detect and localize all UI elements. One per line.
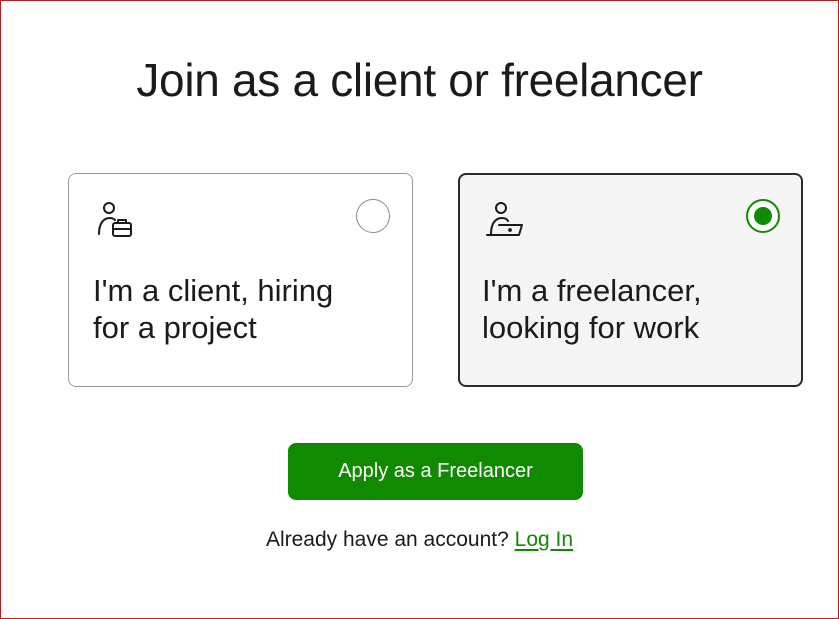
client-card-label: I'm a client, hiring for a project [93, 273, 334, 345]
radio-selected-dot [754, 207, 772, 225]
login-link[interactable]: Log In [515, 528, 573, 551]
freelancer-radio-button[interactable] [746, 199, 780, 233]
page-title: Join as a client or freelancer [136, 54, 703, 106]
apply-as-freelancer-button[interactable]: Apply as a Freelancer [288, 443, 583, 500]
client-role-card[interactable]: I'm a client, hiring for a project [68, 173, 413, 387]
freelancer-card-label: I'm a freelancer, looking for work [482, 273, 702, 345]
freelancer-role-card[interactable]: I'm a freelancer, looking for work [458, 173, 803, 387]
login-prompt: Already have an account? Log In [0, 526, 839, 554]
client-briefcase-icon [95, 200, 135, 240]
freelancer-laptop-icon [485, 200, 525, 240]
login-prompt-text: Already have an account? [265, 528, 509, 551]
client-radio-button[interactable] [356, 199, 390, 233]
